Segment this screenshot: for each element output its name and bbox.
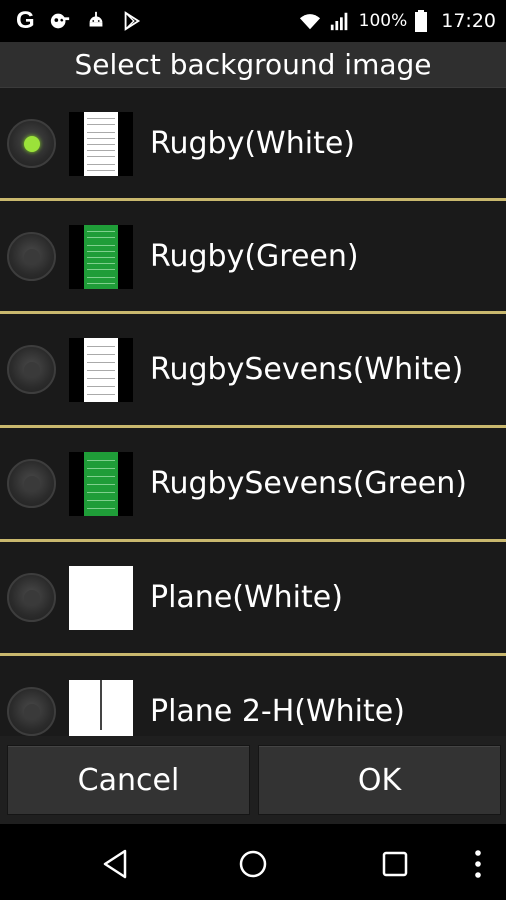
plane-icon xyxy=(69,565,133,630)
navigation-bar xyxy=(0,824,506,900)
cancel-button[interactable]: Cancel xyxy=(7,745,250,815)
radio-button[interactable] xyxy=(7,459,56,508)
item-label: Plane(White) xyxy=(150,580,343,615)
rugby-sevens-field-icon xyxy=(84,337,118,402)
thumbnail-rugbysevens-green xyxy=(69,451,133,516)
rugby-sevens-field-icon xyxy=(84,451,118,516)
dialog-title: Select background image xyxy=(0,42,506,88)
radio-dot xyxy=(23,703,40,720)
home-icon[interactable] xyxy=(233,844,273,884)
list-item-plane-white[interactable]: Plane(White) xyxy=(0,542,506,653)
background-options-list[interactable]: Rugby(White) Rugby(Green) RugbySevens(Wh… xyxy=(0,88,506,736)
rugby-field-icon xyxy=(84,224,118,289)
item-label: RugbySevens(Green) xyxy=(150,466,467,501)
wifi-icon xyxy=(299,14,320,30)
thumbnail-rugbysevens-white xyxy=(69,337,133,402)
clock: 17:20 xyxy=(441,10,496,32)
radio-dot xyxy=(23,475,40,492)
play-store-icon xyxy=(124,11,140,31)
radio-dot xyxy=(23,135,40,152)
radio-button[interactable] xyxy=(7,573,56,622)
battery-percent: 100% xyxy=(358,11,408,31)
thumbnail-plane-2h-white xyxy=(69,679,133,736)
ok-button[interactable]: OK xyxy=(258,745,501,815)
item-label: Rugby(Green) xyxy=(150,239,359,274)
status-bar: G 100% 17:20 xyxy=(0,0,506,42)
item-label: RugbySevens(White) xyxy=(150,352,464,387)
list-item-rugbysevens-green[interactable]: RugbySevens(Green) xyxy=(0,428,506,539)
item-label: Plane 2-H(White) xyxy=(150,694,405,729)
system-indicators: 100% 17:20 xyxy=(299,10,496,32)
thumbnail-plane-white xyxy=(69,565,133,630)
radio-dot xyxy=(23,361,40,378)
radio-dot xyxy=(23,248,40,265)
plane-2h-icon xyxy=(69,679,133,736)
dialog-button-bar: Cancel OK xyxy=(0,736,506,824)
radio-button[interactable] xyxy=(7,119,56,168)
radio-dot xyxy=(23,589,40,606)
radio-button[interactable] xyxy=(7,345,56,394)
list-item-rugby-green[interactable]: Rugby(Green) xyxy=(0,201,506,312)
recents-icon[interactable] xyxy=(375,844,415,884)
google-g-icon: G xyxy=(16,7,35,34)
signal-icon xyxy=(330,12,347,31)
list-item-rugbysevens-white[interactable]: RugbySevens(White) xyxy=(0,314,506,425)
android-debug-icon xyxy=(89,11,103,27)
list-item-plane-2h-white[interactable]: Plane 2-H(White) xyxy=(0,656,506,736)
radio-button[interactable] xyxy=(7,687,56,736)
notification-icons: G xyxy=(16,7,143,34)
thumbnail-rugby-green xyxy=(69,224,133,289)
rugby-field-icon xyxy=(84,111,118,176)
radio-button[interactable] xyxy=(7,232,56,281)
menu-icon[interactable] xyxy=(458,844,498,884)
weather-cloud-icon xyxy=(50,13,69,29)
back-icon[interactable] xyxy=(95,844,135,884)
thumbnail-rugby-white xyxy=(69,111,133,176)
list-item-rugby-white[interactable]: Rugby(White) xyxy=(0,88,506,199)
item-label: Rugby(White) xyxy=(150,126,355,161)
battery-icon xyxy=(415,10,428,32)
